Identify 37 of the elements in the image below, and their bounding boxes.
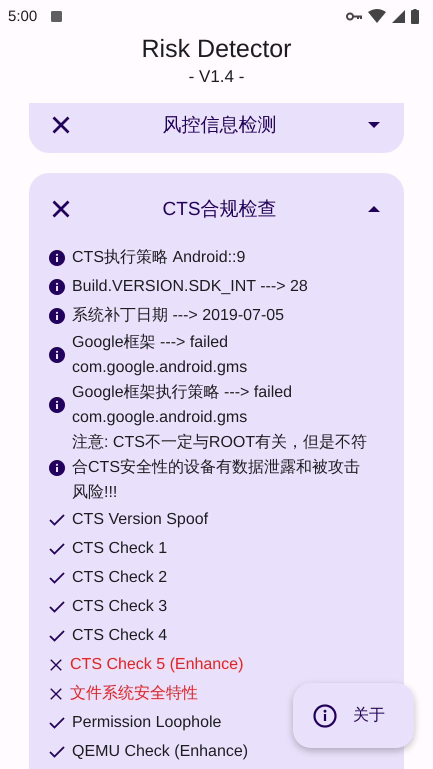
notification-icon — [51, 10, 62, 22]
result-text: Google框架 ---> failed com.google.android.gms — [72, 332, 248, 378]
info-icon — [49, 308, 65, 324]
result-text: 注意: CTS不一定与ROOT有关，但是不符合CTS安全性的设备有数据泄露和被攻击风险!!! — [72, 432, 368, 503]
info-icon — [49, 460, 65, 476]
result-text: CTS Check 3 — [72, 597, 168, 617]
info-icon — [313, 704, 337, 728]
app-title: Risk Detector — [141, 34, 292, 65]
key-icon — [346, 12, 362, 20]
result-text: Permission Loophole — [72, 713, 222, 733]
status-time: 5:00 — [8, 8, 38, 24]
result-text: QEMU Check (Enhance) — [72, 742, 248, 762]
result-text: 文件系统安全特性 — [70, 684, 198, 704]
close-icon — [51, 199, 71, 219]
result-text: CTS Check 2 — [72, 568, 168, 588]
section-title[interactable]: CTS合规检查 — [71, 196, 368, 222]
info-icon — [49, 397, 65, 413]
result-text: CTS Check 4 — [72, 626, 168, 646]
app-version: - V1.4 - — [188, 66, 244, 88]
battery-icon — [411, 8, 419, 24]
result-text: CTS Check 1 — [72, 539, 168, 559]
result-text: Build.VERSION.SDK_INT ---> 28 — [72, 277, 308, 297]
result-text: CTS Version Spoof — [72, 510, 208, 530]
close-icon — [51, 115, 71, 135]
info-icon — [49, 347, 65, 363]
info-icon — [49, 278, 65, 294]
wifi-icon — [368, 9, 386, 23]
about-button[interactable]: 关于 — [293, 683, 414, 748]
signal-icon — [392, 10, 405, 22]
result-text: CTS Check 5 (Enhance) — [70, 655, 244, 675]
result-text: CTS执行策略 Android::9 — [72, 248, 246, 268]
expand-arrow-icon[interactable] — [368, 122, 380, 128]
section-title[interactable]: 风控信息检测 — [71, 112, 368, 138]
collapse-arrow-icon[interactable] — [368, 206, 380, 212]
result-text: Google框架执行策略 ---> failed com.google.android.gms — [72, 382, 292, 428]
info-icon — [49, 250, 65, 266]
result-text: 系统补丁日期 ---> 2019-07-05 — [72, 306, 284, 326]
